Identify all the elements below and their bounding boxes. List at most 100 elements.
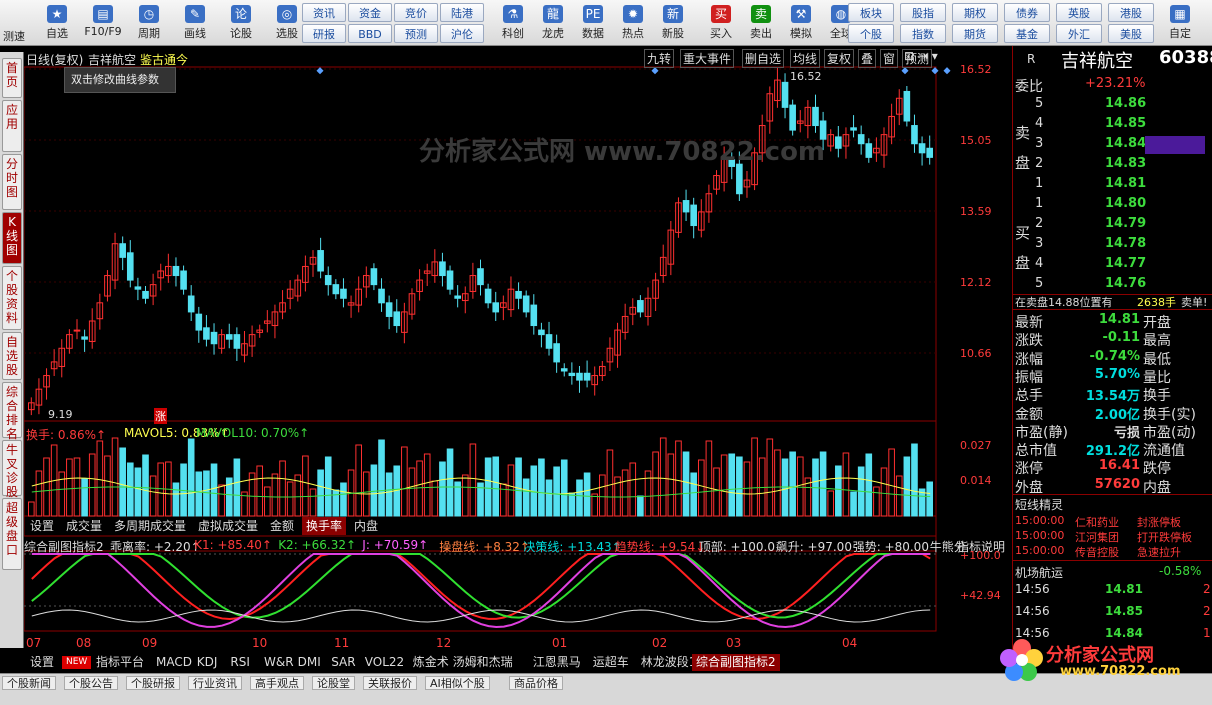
info-tab[interactable]: 高手观点 [250, 676, 304, 690]
sell-button[interactable]: 卖卖出 [740, 2, 782, 44]
toolbar-grid-button[interactable]: BBD [348, 24, 392, 43]
indicator-tab[interactable]: 指标平台 [92, 654, 148, 671]
toolbar-market-button[interactable]: 指数 [900, 24, 946, 43]
pe-button[interactable]: PE 数据 [572, 2, 614, 44]
info-tab[interactable]: 商品价格 [509, 676, 563, 690]
toolbar-market-button[interactable]: 板块 [848, 3, 894, 22]
toolbar-market-button[interactable]: 美股 [1108, 24, 1154, 43]
star-button[interactable]: ★ 自选 [34, 2, 80, 44]
toolbar-grid-button[interactable]: 沪伦 [440, 24, 484, 43]
indicator-tab[interactable]: 综合副图指标2 [692, 654, 780, 671]
volume-sub-tab[interactable]: 换手率 [302, 517, 347, 535]
indicator-tab[interactable]: SAR [327, 654, 359, 671]
side-tab[interactable]: 超级盘口 [2, 498, 22, 570]
info-tab[interactable]: 关联报价 [363, 676, 417, 690]
buy-price[interactable]: 14.77 [1105, 256, 1146, 271]
toolbar-market-button[interactable]: 个股 [848, 24, 894, 43]
indicator-name[interactable]: 综合副图指标2 [24, 538, 104, 555]
info-tab[interactable]: 行业资讯 [188, 676, 242, 690]
elf-stock[interactable]: 仁和药业 [1075, 514, 1119, 530]
buy-price[interactable]: 14.78 [1105, 236, 1146, 251]
indicator-tab[interactable]: KDJ [193, 654, 222, 671]
side-tab[interactable]: 牛叉诊股 [2, 440, 22, 499]
buy-price[interactable]: 14.76 [1105, 276, 1146, 291]
indicator-tab[interactable]: 运超车 [589, 654, 633, 671]
event-marker-icon[interactable] [901, 67, 909, 75]
toolbar-market-button[interactable]: 股指 [900, 3, 946, 22]
event-marker-icon[interactable] [931, 67, 939, 75]
custom-button[interactable]: ▦ 自定 [1160, 2, 1200, 44]
chart-toolbar-button[interactable]: 重大事件 [680, 49, 735, 68]
indicator-tab[interactable]: 设置 [26, 654, 58, 671]
chart-toolbar-button[interactable]: 复权 [824, 49, 855, 68]
side-tab[interactable]: K线图 [2, 212, 22, 264]
sell-price[interactable]: 14.85 [1105, 116, 1146, 131]
elf-stock[interactable]: 传音控股 [1075, 544, 1119, 560]
volume-sub-tab[interactable]: 成交量 [62, 517, 106, 535]
event-marker-icon[interactable] [316, 67, 324, 75]
newstock-button[interactable]: 新新股 [652, 2, 694, 44]
dragon-button[interactable]: 龍龙虎 [532, 2, 574, 44]
toolbar-grid-button[interactable]: 研报 [302, 24, 346, 43]
buy-price[interactable]: 14.79 [1105, 216, 1146, 231]
hammer-button[interactable]: ⚒ 模拟 [780, 2, 822, 44]
indicator-tab[interactable]: 江恩黑马 [529, 654, 585, 671]
indicator-tab[interactable]: W&R [260, 654, 298, 671]
toolbar-grid-button[interactable]: 资金 [348, 3, 392, 22]
event-marker-icon[interactable] [943, 67, 951, 75]
buy-price[interactable]: 14.80 [1105, 196, 1146, 211]
indicator-tab[interactable]: DMI [294, 654, 325, 671]
toolbar-market-button[interactable]: 港股 [1108, 3, 1154, 22]
sell-price[interactable]: 14.86 [1105, 96, 1146, 111]
volume-sub-tab[interactable]: 内盘 [350, 517, 382, 535]
sell-price[interactable]: 14.81 [1105, 176, 1146, 191]
volume-sub-tab[interactable]: 多周期成交量 [110, 517, 190, 535]
toolbar-market-button[interactable]: 期货 [952, 24, 998, 43]
chart-toolbar-button[interactable]: 九转 [644, 49, 675, 68]
chart-toolbar-button[interactable]: 均线 [790, 49, 821, 68]
indicator-tab[interactable]: VOL22 [361, 654, 408, 671]
sell-price[interactable]: 14.83 [1105, 156, 1146, 171]
info-tab[interactable]: AI相似个股 [425, 676, 490, 690]
chart-toolbar-button[interactable]: 删自选 [742, 49, 785, 68]
indicator-tab[interactable]: 炼金术 汤姆和杰瑞 [409, 654, 517, 671]
window-controls-icon[interactable]: ⊡ ⇥ ▾ [904, 49, 938, 63]
volume-sub-tab[interactable]: 虚拟成交量 [194, 517, 262, 535]
side-tab[interactable]: 综合排名 [2, 382, 22, 441]
buy-button[interactable]: 买买入 [700, 2, 742, 44]
short-line-elf-title[interactable]: 短线精灵 [1015, 496, 1063, 513]
toolbar-grid-button[interactable]: 预测 [394, 24, 438, 43]
side-tab[interactable]: 个股资料 [2, 266, 22, 330]
side-tab[interactable]: 分时图 [2, 154, 22, 210]
sell-price[interactable]: 14.84 [1105, 136, 1146, 151]
formula-button[interactable]: 论论股 [218, 2, 264, 44]
chart-toolbar-button[interactable]: 叠 [858, 49, 877, 68]
volume-sub-tab[interactable]: 设置 [26, 517, 58, 535]
toolbar-market-button[interactable]: 债券 [1004, 3, 1050, 22]
chart-history-link[interactable]: 鉴古通今 [140, 51, 188, 68]
toolbar-grid-button[interactable]: 竞价 [394, 3, 438, 22]
volume-sub-tab[interactable]: 金额 [266, 517, 298, 535]
clock-button[interactable]: ◷ 周期 [126, 2, 172, 44]
hot-button[interactable]: ✹ 热点 [612, 2, 654, 44]
chart-toolbar-button[interactable]: 窗 [880, 49, 899, 68]
toolbar-grid-button[interactable]: 陆港 [440, 3, 484, 22]
science-button[interactable]: ⚗ 科创 [492, 2, 534, 44]
toolbar-market-button[interactable]: 外汇 [1056, 24, 1102, 43]
indicator-tab[interactable]: MACD [152, 654, 196, 671]
elf-stock[interactable]: 江河集团 [1075, 529, 1119, 545]
chart-period-label[interactable]: 日线(复权) [26, 51, 83, 68]
f10-button[interactable]: ▤ F10/F9 [80, 2, 126, 44]
speed-test-button[interactable]: 测速 [0, 28, 28, 43]
side-tab[interactable]: 自选股 [2, 332, 22, 380]
side-tab[interactable]: 首页 [2, 58, 22, 98]
toolbar-market-button[interactable]: 期权 [952, 3, 998, 22]
sector-name[interactable]: 机场航运 [1015, 564, 1063, 581]
info-tab[interactable]: 个股新闻 [2, 676, 56, 690]
kline-chart-area[interactable]: 日线(复权) 吉祥航空 鉴古通今 九转 重大事件 删自选 均线 复权叠窗预测 ⊡ ⇥ ▾ … [24, 46, 1012, 652]
info-tab[interactable]: 个股公告 [64, 676, 118, 690]
info-tab[interactable]: 论股堂 [312, 676, 355, 690]
pen-button[interactable]: ✎ 画线 [172, 2, 218, 44]
toolbar-market-button[interactable]: 基金 [1004, 24, 1050, 43]
indicator-tab[interactable]: RSI [226, 654, 254, 671]
